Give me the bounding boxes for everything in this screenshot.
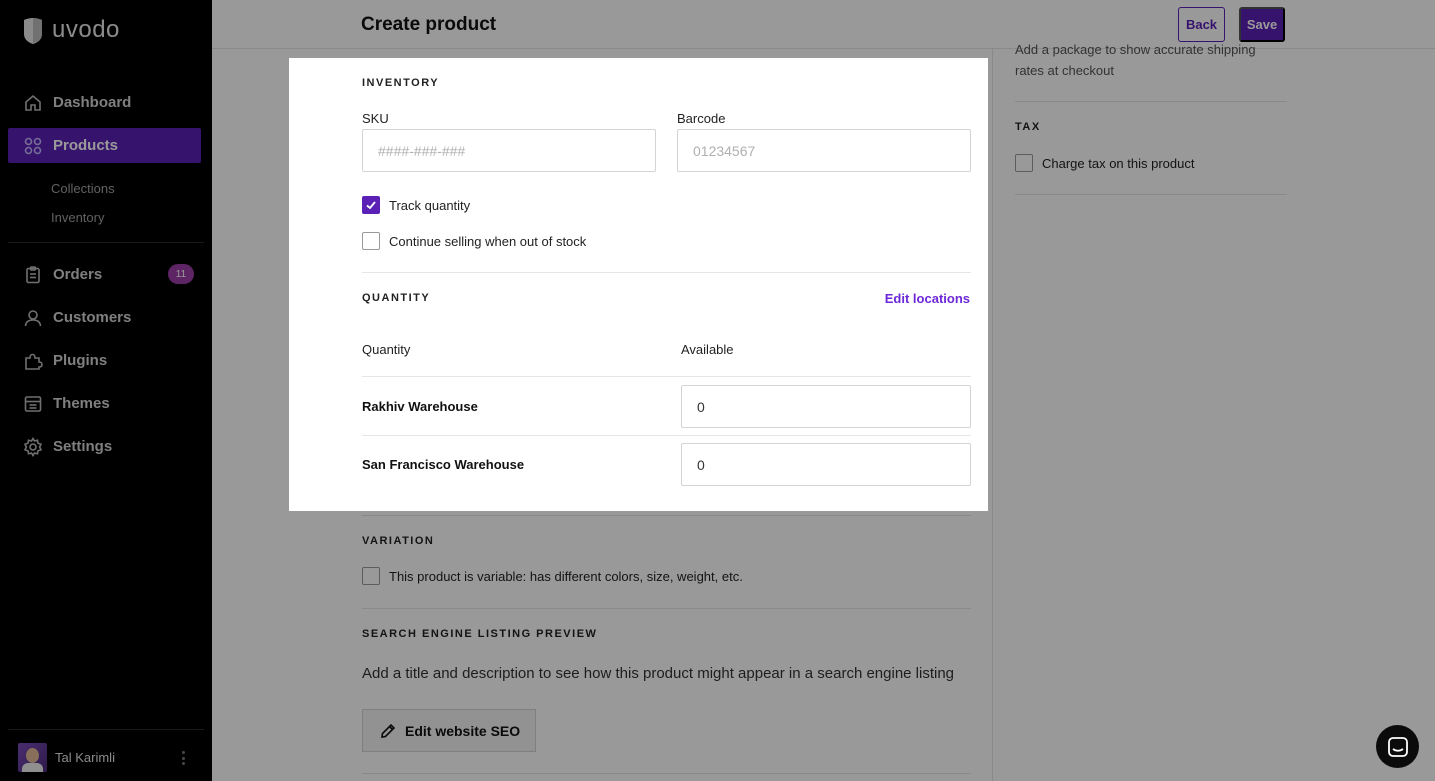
sku-label: SKU bbox=[362, 111, 389, 126]
inventory-title: INVENTORY bbox=[362, 77, 440, 89]
barcode-input[interactable]: 01234567 bbox=[677, 129, 971, 172]
track-quantity-checkbox[interactable] bbox=[362, 196, 380, 214]
quantity-title: QUANTITY bbox=[362, 292, 431, 304]
available-input[interactable]: 0 bbox=[681, 443, 971, 486]
column-header-quantity: Quantity bbox=[362, 342, 411, 357]
inventory-modal: INVENTORY SKU ####-###-### Barcode 01234… bbox=[289, 58, 988, 511]
continue-selling-row[interactable]: Continue selling when out of stock bbox=[362, 232, 586, 250]
continue-selling-label: Continue selling when out of stock bbox=[389, 233, 587, 249]
warehouse-name: Rakhiv Warehouse bbox=[362, 399, 478, 414]
table-divider bbox=[362, 435, 971, 436]
barcode-label: Barcode bbox=[677, 111, 726, 126]
table-divider bbox=[362, 376, 971, 377]
edit-locations-link[interactable]: Edit locations bbox=[885, 291, 970, 306]
chat-widget-button[interactable] bbox=[1376, 725, 1419, 768]
warehouse-name: San Francisco Warehouse bbox=[362, 457, 525, 472]
track-quantity-label: Track quantity bbox=[389, 197, 471, 213]
continue-selling-checkbox[interactable] bbox=[362, 232, 380, 250]
checkmark-icon bbox=[366, 201, 376, 210]
available-input[interactable]: 0 bbox=[681, 385, 971, 428]
divider bbox=[362, 272, 971, 273]
sku-input[interactable]: ####-###-### bbox=[362, 129, 656, 172]
chat-icon bbox=[1387, 736, 1408, 757]
column-header-available: Available bbox=[681, 342, 734, 357]
track-quantity-row[interactable]: Track quantity bbox=[362, 196, 470, 214]
